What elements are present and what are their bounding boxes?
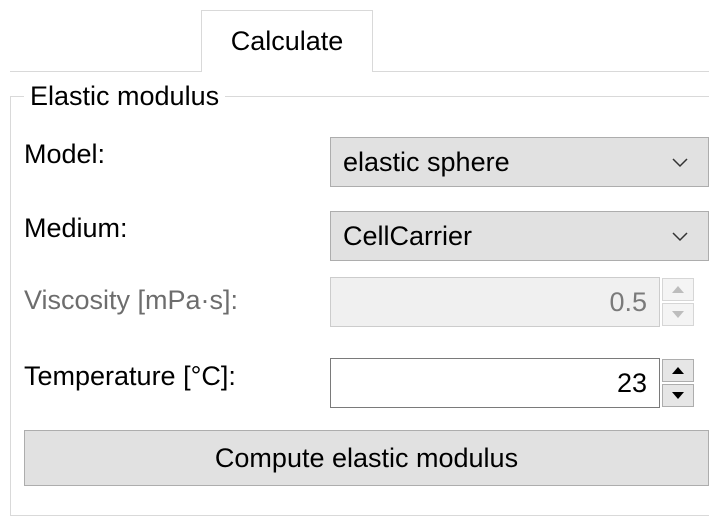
medium-select[interactable]: CellCarrier <box>330 211 709 261</box>
group-title: Elastic modulus <box>24 80 226 112</box>
model-select[interactable]: elastic sphere <box>330 137 709 187</box>
arrow-up-icon <box>672 286 684 293</box>
medium-label: Medium: <box>24 213 128 243</box>
temperature-value: 23 <box>616 367 647 398</box>
model-select-value: elastic sphere <box>343 146 510 177</box>
arrow-up-icon <box>672 367 684 374</box>
tab-calculate[interactable]: Calculate <box>201 10 373 72</box>
viscosity-value: 0.5 <box>609 286 647 317</box>
temperature-label: Temperature [°C]: <box>24 361 236 391</box>
viscosity-label: Viscosity [mPa·s]: <box>24 285 239 315</box>
viscosity-increment-button <box>662 278 694 301</box>
temperature-spinbox[interactable]: 23 <box>330 358 660 408</box>
viscosity-spinbox: 0.5 <box>330 277 660 327</box>
compute-elastic-modulus-button[interactable]: Compute elastic modulus <box>24 430 709 486</box>
arrow-down-icon <box>672 392 684 399</box>
viscosity-decrement-button <box>662 303 694 326</box>
compute-button-label: Compute elastic modulus <box>214 442 519 473</box>
medium-select-value: CellCarrier <box>343 220 473 251</box>
chevron-down-icon <box>672 158 688 168</box>
temperature-decrement-button[interactable] <box>662 384 694 407</box>
arrow-down-icon <box>672 311 684 318</box>
model-label: Model: <box>24 139 106 169</box>
chevron-down-icon <box>672 232 688 242</box>
tab-calculate-label: Calculate <box>230 26 344 56</box>
temperature-stepper[interactable] <box>662 358 694 408</box>
viscosity-stepper <box>662 277 694 327</box>
temperature-increment-button[interactable] <box>662 359 694 382</box>
